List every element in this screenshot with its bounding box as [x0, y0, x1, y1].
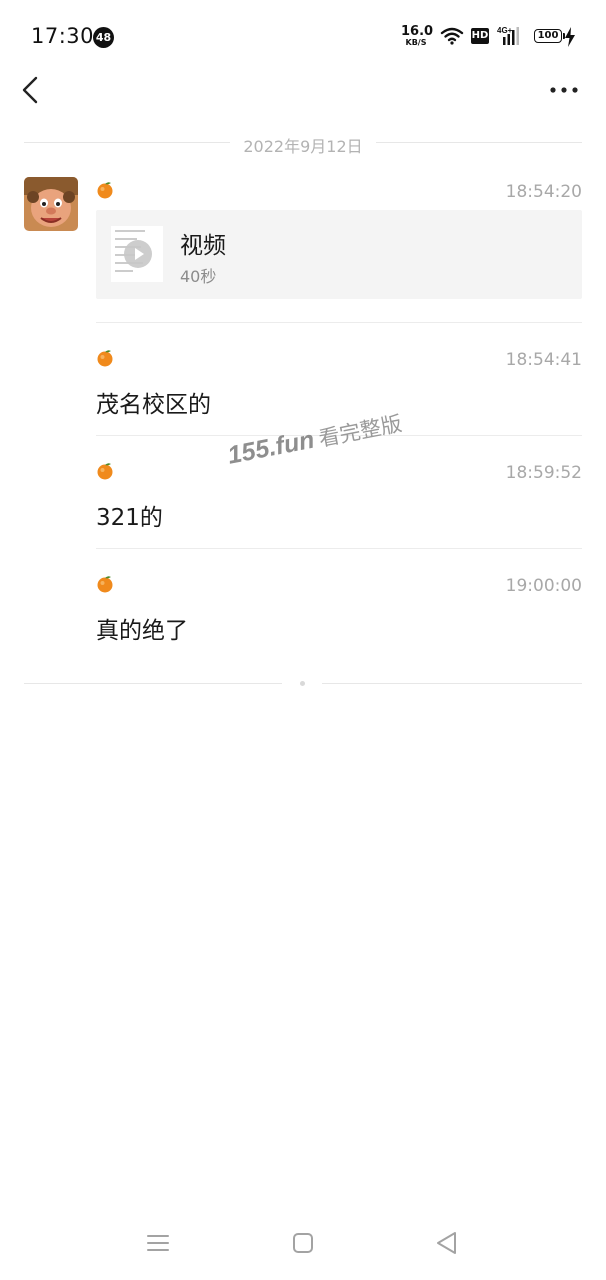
- end-divider: [24, 681, 582, 687]
- date-label: 2022年9月12日: [243, 137, 363, 156]
- network-speed-value: 16.0: [401, 24, 434, 39]
- hd-icon: HD: [471, 28, 489, 44]
- message-text[interactable]: 茂名校区的: [96, 385, 211, 419]
- divider-dot: [300, 681, 305, 686]
- network-speed: 16.0 KB/S: [401, 24, 434, 47]
- message-item: 19:00:00 真的绝了: [96, 575, 582, 645]
- divider-line: [322, 683, 582, 684]
- signal-icon: 4G+: [497, 25, 525, 51]
- divider-line: [376, 142, 582, 143]
- message-text[interactable]: 321的: [96, 498, 163, 532]
- back-button[interactable]: [14, 72, 50, 108]
- home-button[interactable]: [292, 1232, 314, 1254]
- message-item: 18:54:20 视频 40秒: [96, 181, 582, 323]
- network-speed-unit: KB/S: [405, 38, 427, 47]
- battery-icon: 100: [534, 29, 565, 43]
- message-separator: [96, 548, 582, 549]
- message-time: 18:54:20: [505, 182, 582, 202]
- date-divider: 2022年9月12日: [24, 130, 582, 156]
- more-options-button[interactable]: [546, 78, 582, 102]
- video-message-card[interactable]: 视频 40秒: [96, 210, 582, 299]
- clock: 17:30: [31, 24, 95, 48]
- video-thumbnail: [111, 226, 163, 282]
- message-item: 18:59:52 321的: [96, 462, 582, 549]
- divider-line: [24, 683, 282, 684]
- system-back-button[interactable]: [434, 1230, 460, 1256]
- network-type-label: 4G+: [497, 26, 513, 35]
- message-separator: [96, 322, 582, 323]
- more-dots-icon: [550, 87, 578, 93]
- wifi-icon: [440, 27, 464, 49]
- menu-button[interactable]: [145, 1232, 171, 1254]
- orange-emoji-icon: [96, 462, 114, 480]
- avatar[interactable]: [24, 177, 78, 231]
- home-square-icon: [293, 1233, 313, 1253]
- orange-emoji-icon: [96, 575, 114, 593]
- orange-emoji-icon: [96, 349, 114, 367]
- message-time: 18:59:52: [505, 463, 582, 483]
- orange-emoji-icon: [96, 181, 114, 199]
- video-duration: 40秒: [180, 267, 217, 286]
- notification-badge: 48: [93, 27, 114, 48]
- charging-bolt-icon: [564, 27, 576, 51]
- play-icon: [124, 240, 152, 268]
- chevron-left-icon: [22, 76, 38, 104]
- video-title: 视频: [180, 233, 226, 259]
- menu-icon: [147, 1235, 169, 1251]
- message-time: 19:00:00: [505, 576, 582, 596]
- system-nav-bar: [0, 1220, 606, 1266]
- message-time: 18:54:41: [505, 350, 582, 370]
- back-triangle-icon: [437, 1232, 456, 1254]
- status-bar: 17:30 48 16.0 KB/S HD 4G+ 100: [0, 0, 606, 74]
- message-text[interactable]: 真的绝了: [96, 611, 188, 645]
